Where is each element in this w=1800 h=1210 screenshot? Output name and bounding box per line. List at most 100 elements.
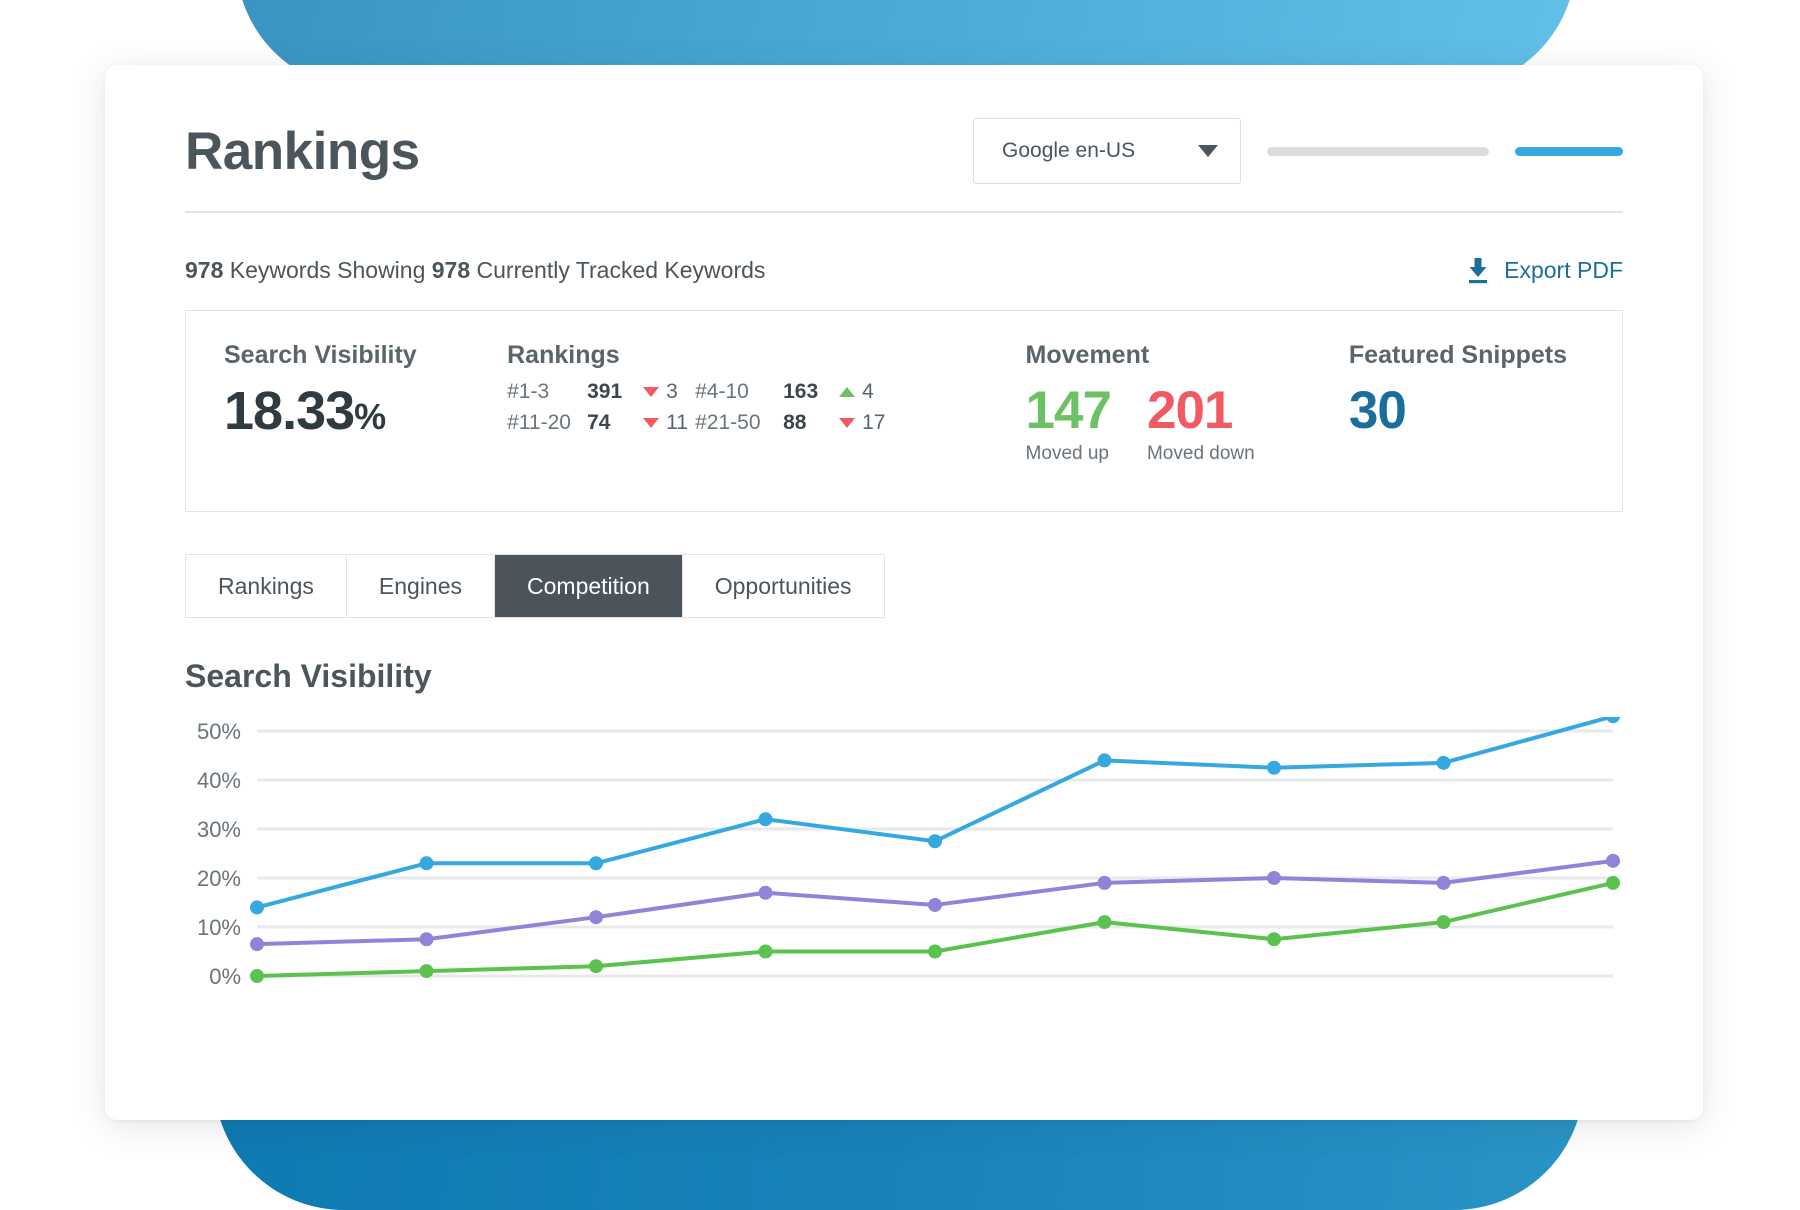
chart-line-site-c [255, 880, 1615, 978]
keywords-tracked-label: Currently Tracked Keywords [470, 257, 766, 283]
moved-down-caption: Moved down [1146, 443, 1255, 464]
chart-data-point[interactable] [928, 897, 942, 912]
chart-data-point[interactable] [589, 910, 603, 925]
chart-data-point[interactable] [758, 944, 773, 959]
download-icon [1469, 257, 1488, 283]
chevron-down-icon [1198, 145, 1218, 157]
chart-canvas: 0% 10% 20% 30% 40% 50% [197, 717, 1620, 989]
rank-delta: 17 [839, 411, 891, 435]
chart-data-point[interactable] [928, 834, 942, 849]
keywords-tracked-count: 978 [431, 257, 471, 283]
chart-data-point[interactable] [758, 812, 773, 827]
export-pdf-label: Export PDF [1504, 257, 1623, 283]
progress-track[interactable] [1267, 146, 1489, 156]
rankings-card: Rankings Google en-US 978 Keywords Showi… [105, 65, 1703, 1120]
rank-count: 163 [783, 380, 819, 403]
rank-count: 88 [783, 411, 807, 434]
movement-label: Movement [1025, 341, 1150, 369]
search-engine-select-value: Google en-US [1002, 139, 1136, 162]
chart-data-point[interactable] [250, 900, 264, 915]
chart-title: Search Visibility [185, 658, 432, 694]
rank-delta: 3 [643, 380, 695, 404]
chart-data-point[interactable] [1097, 875, 1112, 890]
page-title: Rankings [185, 121, 420, 181]
featured-snippets-value: 30 [1348, 381, 1407, 440]
chart-data-point[interactable] [1606, 875, 1620, 890]
chart-data-point[interactable] [928, 944, 942, 959]
chart-data-point[interactable] [1436, 755, 1451, 770]
rank-count: 391 [587, 380, 623, 403]
moved-down-value: 201 [1146, 381, 1233, 440]
stat-search-visibility: Search Visibility 18.33% [186, 341, 497, 442]
chart-data-point[interactable] [250, 937, 264, 952]
y-axis-tick-label: 30% [197, 817, 241, 842]
rankings-label: Rankings [507, 341, 620, 369]
movement-values: 147 Moved up 201 Moved down [1026, 380, 1289, 465]
arrow-down-icon [643, 387, 660, 397]
search-engine-select[interactable]: Google en-US [973, 118, 1241, 184]
progress-indicator[interactable] [1515, 146, 1623, 156]
rank-delta: 11 [643, 411, 695, 435]
rank-range: #21-50 [695, 411, 761, 434]
tab-engines[interactable]: Engines [346, 555, 496, 617]
keywords-showing-count: 978 [185, 257, 224, 283]
search-visibility-number: 18.33 [224, 381, 355, 441]
chart-data-point[interactable] [419, 856, 434, 871]
stats-summary-box: Search Visibility 18.33% Rankings #1-3 3… [185, 310, 1623, 512]
search-visibility-unit: % [354, 396, 386, 437]
stat-rankings: Rankings #1-3 391 3 #4-10 163 4 #11-20 7… [497, 341, 965, 435]
rank-delta-value: 17 [862, 411, 886, 434]
y-axis-tick-label: 0% [209, 964, 241, 989]
chart-data-point[interactable] [1267, 760, 1281, 775]
rankings-breakdown-grid: #1-3 391 3 #4-10 163 4 #11-20 74 11 #21-… [507, 380, 965, 435]
chart-data-point[interactable] [589, 856, 603, 871]
chart-data-point[interactable] [1267, 932, 1281, 947]
y-axis-tick-label: 40% [197, 768, 241, 793]
keyword-summary: 978 Keywords Showing 978 Currently Track… [185, 257, 765, 284]
chart-data-point[interactable] [1097, 915, 1112, 930]
chart-data-point[interactable] [1436, 915, 1451, 930]
tab-opportunities[interactable]: Opportunities [682, 555, 884, 617]
chart-data-point[interactable] [1267, 871, 1281, 885]
stat-featured-snippets: Featured Snippets 30 [1289, 341, 1622, 441]
chart-data-point[interactable] [419, 932, 434, 947]
chart-data-point[interactable] [758, 885, 773, 900]
moved-down-stat: 201 Moved down [1147, 380, 1255, 465]
chart-data-point[interactable] [1436, 875, 1451, 890]
rank-delta-value: 4 [862, 380, 874, 403]
arrow-up-icon [839, 387, 856, 397]
header-controls: Google en-US [973, 118, 1623, 184]
chart-data-point[interactable] [1097, 753, 1112, 768]
stat-movement: Movement 147 Moved up 201 Moved down [966, 341, 1289, 465]
y-axis-tick-label: 20% [197, 866, 241, 891]
search-visibility-value: 18.33% [224, 380, 497, 442]
tab-rankings[interactable]: Rankings [186, 555, 347, 617]
arrow-down-icon [839, 418, 856, 428]
rank-range: #4-10 [695, 380, 749, 403]
subheader: 978 Keywords Showing 978 Currently Track… [185, 213, 1623, 310]
rank-delta-value: 11 [666, 411, 688, 434]
moved-up-stat: 147 Moved up [1025, 380, 1112, 465]
chart-data-point[interactable] [250, 969, 264, 983]
y-axis-tick-label: 50% [197, 719, 241, 744]
tab-competition[interactable]: Competition [495, 555, 683, 617]
moved-up-caption: Moved up [1025, 443, 1109, 464]
search-visibility-chart: 0% 10% 20% 30% 40% 50% [185, 717, 1625, 1002]
rank-range: #11-20 [507, 411, 571, 434]
rank-range: #1-3 [507, 380, 550, 403]
header: Rankings Google en-US [185, 65, 1623, 197]
arrow-down-icon [643, 418, 660, 428]
chart-data-point[interactable] [1606, 717, 1620, 724]
moved-up-value: 147 [1025, 381, 1112, 440]
featured-snippets-label: Featured Snippets [1348, 341, 1567, 369]
view-tabs: Rankings Engines Competition Opportuniti… [185, 554, 885, 618]
rank-count: 74 [587, 411, 611, 434]
chart-data-point[interactable] [589, 959, 603, 974]
rank-delta: 4 [839, 380, 891, 404]
chart-data-point[interactable] [419, 964, 434, 979]
chart-data-point[interactable] [1606, 853, 1620, 868]
y-axis-tick-label: 10% [197, 915, 241, 940]
keywords-showing-label: Keywords Showing [223, 257, 432, 283]
export-pdf-button[interactable]: Export PDF [1466, 257, 1623, 284]
rank-delta-value: 3 [666, 380, 678, 403]
